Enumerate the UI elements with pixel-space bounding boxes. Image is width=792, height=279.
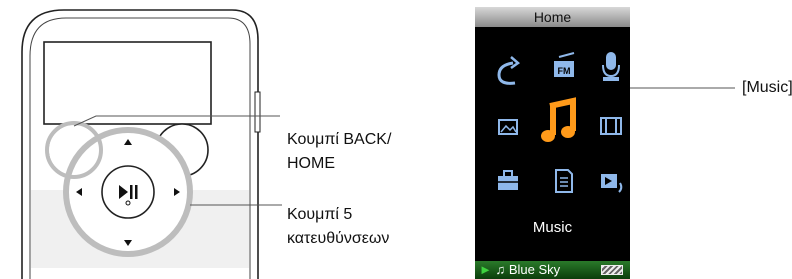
pause-bar-left <box>130 185 133 199</box>
five-way-label-line2: κατευθύνσεων <box>287 230 390 247</box>
music-note-icon[interactable] <box>541 97 576 142</box>
back-home-label-line2: HOME <box>287 155 335 172</box>
fm-radio-icon[interactable]: FM <box>554 52 575 77</box>
home-screen: Home FM Music ► ♫ Blue Sky <box>475 7 630 279</box>
five-way-label-line1: Κουμπί 5 <box>287 206 353 223</box>
play-status-icon: ► <box>479 262 492 277</box>
side-button <box>254 91 261 133</box>
note-icon: ♫ <box>495 262 506 277</box>
pause-bar-right <box>135 185 138 199</box>
svg-text:FM: FM <box>558 66 571 76</box>
back-home-label: Κουμπί BACK/ HOME <box>287 128 391 176</box>
now-playing: ► ♫ Blue Sky <box>479 261 560 279</box>
now-playing-title: Blue Sky <box>508 262 561 277</box>
slideshow-icon[interactable] <box>601 174 623 193</box>
document-icon[interactable] <box>555 169 573 193</box>
playback-mode-icon[interactable] <box>497 56 521 85</box>
back-home-label-line1: Κουμπί BACK/ <box>287 131 392 148</box>
player-illustration <box>21 9 735 279</box>
battery-icon <box>601 265 623 275</box>
player-display <box>43 41 212 125</box>
photo-icon[interactable] <box>498 119 518 135</box>
five-way-label: Κουμπί 5 κατευθύνσεων <box>287 203 389 251</box>
video-icon[interactable] <box>600 117 622 135</box>
home-icon-grid: FM <box>497 52 623 193</box>
diagram-stage: Κουμπί BACK/ HOME Κουμπί 5 κατευθύνσεων … <box>0 0 792 279</box>
music-callout-label: [Music] <box>742 79 792 96</box>
settings-briefcase-icon[interactable] <box>498 170 518 190</box>
microphone-icon[interactable] <box>602 52 620 81</box>
selected-menu-label: Music <box>532 219 573 236</box>
